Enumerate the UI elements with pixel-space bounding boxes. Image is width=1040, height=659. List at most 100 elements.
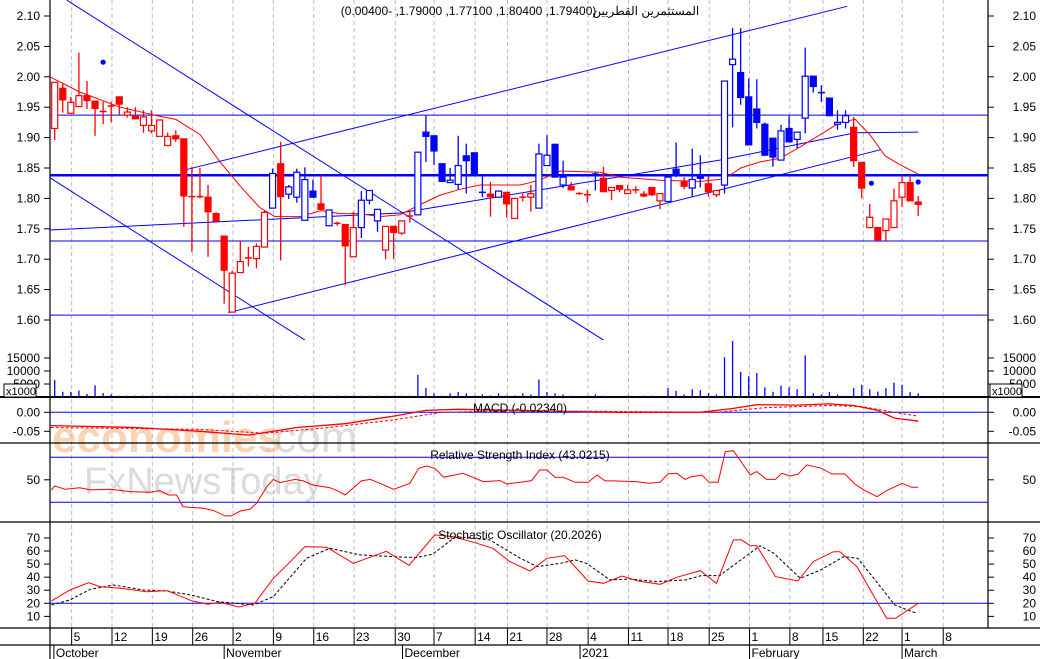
- axis-label-right: 50: [1023, 557, 1037, 571]
- candle: [75, 52, 83, 108]
- month-label: March: [904, 646, 937, 659]
- candle: [325, 209, 333, 227]
- candle: [293, 168, 301, 203]
- axis-label-right: 1.65: [1013, 283, 1037, 297]
- candle-body-down: [696, 175, 704, 179]
- signal-marker: [915, 179, 921, 185]
- axis-label-left: 10: [27, 609, 41, 623]
- candle: [712, 189, 721, 198]
- candle: [494, 190, 503, 198]
- candle-body-up: [656, 192, 664, 202]
- candle: [914, 195, 922, 217]
- trendline: [50, 131, 919, 231]
- candle-body-up: [801, 75, 809, 119]
- candle-body-down: [172, 135, 180, 140]
- candle-body-down: [83, 95, 91, 102]
- axis-label-right: 10: [1023, 609, 1037, 623]
- axis-label-right: 2.00: [1013, 70, 1037, 84]
- candle-body-up: [664, 176, 672, 203]
- candle-body-up: [285, 186, 293, 195]
- axis-label-left: 0.00: [17, 405, 41, 419]
- candle-body-up: [301, 178, 309, 221]
- candle: [172, 130, 180, 142]
- candle-body-up: [494, 190, 503, 198]
- candle-body-up: [164, 135, 172, 147]
- candle: [59, 83, 67, 113]
- candle: [761, 122, 769, 156]
- candle-body-up: [890, 200, 898, 229]
- instrument-name: المستثمرين القطريين: [592, 4, 699, 18]
- candle-body-up: [228, 272, 236, 313]
- candle: [228, 270, 236, 313]
- axis-label-right: 60: [1023, 544, 1037, 558]
- candle: [769, 137, 777, 167]
- candle: [874, 226, 882, 241]
- candle: [640, 191, 648, 198]
- date-label: 28: [549, 630, 563, 644]
- axis-label-right: -0.05: [1009, 424, 1037, 438]
- candle-body-down: [503, 191, 511, 205]
- candle: [825, 97, 834, 117]
- candle: [519, 193, 527, 202]
- candle: [890, 188, 898, 229]
- candle: [632, 186, 640, 194]
- candle-body-down: [567, 185, 575, 191]
- candle: [833, 110, 842, 130]
- candle: [607, 186, 616, 201]
- axis-label-left: 2.00: [17, 70, 41, 84]
- candle: [260, 209, 269, 248]
- candle: [357, 191, 365, 238]
- candle: [648, 186, 656, 196]
- candle: [511, 197, 519, 220]
- date-label: 5: [74, 630, 81, 644]
- candle-body-down: [390, 225, 398, 234]
- candle: [801, 47, 809, 134]
- candle: [575, 192, 583, 195]
- candle: [139, 110, 148, 133]
- month-label: 2021: [582, 646, 609, 659]
- candle: [51, 81, 59, 141]
- trendline: [66, 0, 604, 340]
- candle: [793, 131, 801, 149]
- candle: [430, 135, 438, 165]
- candle: [745, 78, 753, 146]
- candle: [527, 185, 535, 212]
- candle: [333, 221, 341, 226]
- candle-body-up: [260, 211, 269, 248]
- candle-body-down: [551, 143, 559, 178]
- candle-body-down: [470, 152, 478, 176]
- candle-body-up: [236, 261, 244, 274]
- axis-label-right: 1.95: [1013, 100, 1037, 114]
- candle-body-up: [527, 192, 535, 198]
- candle-body-up: [349, 226, 357, 258]
- axis-label-right: 1.70: [1013, 252, 1037, 266]
- candle-body-down: [438, 163, 446, 182]
- candle: [268, 168, 277, 209]
- candle-body-up: [728, 58, 737, 66]
- candle: [188, 166, 196, 252]
- candle: [696, 155, 704, 188]
- date-label: 2: [235, 630, 242, 644]
- candle-body-down: [91, 100, 99, 110]
- signal-marker: [868, 180, 874, 186]
- candle-body-down: [277, 163, 285, 198]
- candle-body-down: [648, 186, 656, 196]
- axis-label-right: 1.85: [1013, 161, 1037, 175]
- candle-body-up: [357, 199, 365, 229]
- candle-body-up: [268, 172, 277, 209]
- candle: [567, 181, 575, 191]
- candle-body-up: [543, 154, 551, 167]
- axis-label-left: 1.90: [17, 131, 41, 145]
- candle: [277, 141, 285, 261]
- date-label: 16: [316, 630, 330, 644]
- candle: [906, 175, 914, 202]
- candle: [551, 143, 559, 178]
- candle-body-down: [704, 183, 712, 193]
- candle: [67, 96, 75, 114]
- candle: [688, 148, 696, 197]
- candle: [180, 138, 188, 227]
- candle: [680, 177, 688, 190]
- candle-body-down: [341, 223, 349, 247]
- axis-label-right: 1.90: [1013, 131, 1037, 145]
- date-label: 22: [865, 630, 879, 644]
